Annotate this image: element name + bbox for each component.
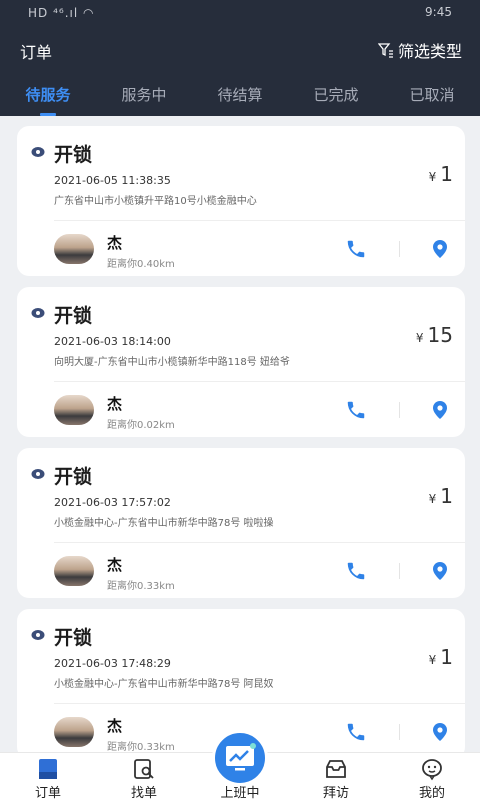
avatar	[54, 556, 94, 586]
phone-icon[interactable]	[345, 560, 367, 582]
eye-icon	[31, 469, 45, 479]
filter-button[interactable]: 筛选类型	[377, 38, 462, 62]
currency-symbol: ¥	[428, 170, 437, 184]
tab-pending-settlement[interactable]: 待结算	[192, 82, 288, 116]
order-card[interactable]: 开锁 2021-06-03 18:14:00 向明大厦-广东省中山市小榄镇新华中…	[17, 287, 465, 437]
customer-name: 杰	[107, 234, 123, 252]
distance: 距离你0.02km	[107, 420, 175, 431]
avatar	[54, 234, 94, 264]
phone-icon[interactable]	[345, 238, 367, 260]
tab-pending-service[interactable]: 待服务	[0, 82, 96, 116]
tabbar-find-order[interactable]: 找单	[96, 753, 192, 800]
currency-symbol: ¥	[428, 653, 437, 667]
eye-icon	[31, 147, 45, 157]
distance: 距离你0.33km	[107, 742, 175, 752]
order-time: 2021-06-03 18:14:00	[54, 335, 171, 348]
page-title: 订单	[20, 43, 53, 62]
status-left: HD ⁴⁶.ıl ◠	[28, 6, 95, 20]
on-duty-button[interactable]	[212, 730, 268, 786]
order-address: 向明大厦-广东省中山市小榄镇新华中路118号 妞给爷	[54, 357, 290, 368]
service-type: 开锁	[54, 144, 93, 166]
tabbar-label: 我的	[418, 786, 445, 800]
currency-symbol: ¥	[428, 492, 437, 506]
service-type: 开锁	[54, 466, 93, 488]
service-type: 开锁	[54, 627, 93, 649]
orders-icon	[39, 759, 57, 779]
order-time: 2021-06-05 11:38:35	[54, 174, 171, 187]
profile-icon	[422, 759, 442, 781]
tabbar-label: 拜访	[322, 786, 349, 800]
eye-icon	[31, 308, 45, 318]
location-pin-icon[interactable]	[430, 400, 450, 420]
distance: 距离你0.40km	[107, 259, 175, 270]
order-list: 开锁 2021-06-05 11:38:35 广东省中山市小榄镇升平路10号小榄…	[0, 116, 480, 752]
header: 订单 筛选类型 待服务 服务中 待结算 已完成 已取消	[0, 26, 480, 116]
order-price: ¥1	[429, 162, 453, 186]
find-order-icon	[134, 759, 154, 779]
filter-icon	[377, 43, 393, 58]
price-value: 15	[427, 323, 453, 347]
order-card[interactable]: 开锁 2021-06-03 17:57:02 小榄金融中心-广东省中山市新华中路…	[17, 448, 465, 598]
order-price: ¥1	[429, 645, 453, 669]
tab-completed[interactable]: 已完成	[288, 82, 384, 116]
price-value: 1	[440, 484, 453, 508]
divider	[54, 381, 465, 382]
phone-icon[interactable]	[345, 721, 367, 743]
tabbar-visit[interactable]: 拜访	[288, 753, 384, 800]
currency-symbol: ¥	[415, 331, 424, 345]
order-address: 小榄金融中心-广东省中山市新华中路78号 阿昆奴	[54, 679, 274, 690]
avatar	[54, 395, 94, 425]
status-tabs: 待服务 服务中 待结算 已完成 已取消	[0, 82, 480, 116]
divider	[54, 703, 465, 704]
on-duty-icon	[226, 743, 256, 771]
order-price: ¥1	[429, 484, 453, 508]
order-time: 2021-06-03 17:57:02	[54, 496, 171, 509]
separator	[399, 563, 400, 579]
distance: 距离你0.33km	[107, 581, 175, 592]
filter-label: 筛选类型	[397, 42, 462, 61]
tabbar-orders[interactable]: 订单	[0, 753, 96, 800]
avatar	[54, 717, 94, 747]
tab-cancelled[interactable]: 已取消	[384, 82, 480, 116]
eye-icon	[31, 630, 45, 640]
order-address: 小榄金融中心-广东省中山市新华中路78号 啦啦操	[54, 518, 274, 529]
service-type: 开锁	[54, 305, 93, 327]
customer-name: 杰	[107, 556, 123, 574]
location-pin-icon[interactable]	[430, 561, 450, 581]
tabbar-profile[interactable]: 我的	[384, 753, 480, 800]
order-card[interactable]: 开锁 2021-06-05 11:38:35 广东省中山市小榄镇升平路10号小榄…	[17, 126, 465, 276]
price-value: 1	[440, 645, 453, 669]
order-address: 广东省中山市小榄镇升平路10号小榄金融中心	[54, 196, 257, 207]
price-value: 1	[440, 162, 453, 186]
separator	[399, 402, 400, 418]
divider	[54, 542, 465, 543]
tabbar-label: 找单	[130, 786, 157, 800]
divider	[54, 220, 465, 221]
status-bar: HD ⁴⁶.ıl ◠ 9:45	[0, 0, 480, 26]
status-time: 9:45	[425, 5, 452, 19]
separator	[399, 724, 400, 740]
visit-icon	[326, 760, 346, 778]
tabbar-label: 订单	[34, 786, 61, 800]
location-pin-icon[interactable]	[430, 239, 450, 259]
order-price: ¥15	[416, 323, 453, 347]
customer-name: 杰	[107, 717, 123, 735]
phone-icon[interactable]	[345, 399, 367, 421]
tab-in-service[interactable]: 服务中	[96, 82, 192, 116]
customer-name: 杰	[107, 395, 123, 413]
location-pin-icon[interactable]	[430, 722, 450, 742]
separator	[399, 241, 400, 257]
order-time: 2021-06-03 17:48:29	[54, 657, 171, 670]
